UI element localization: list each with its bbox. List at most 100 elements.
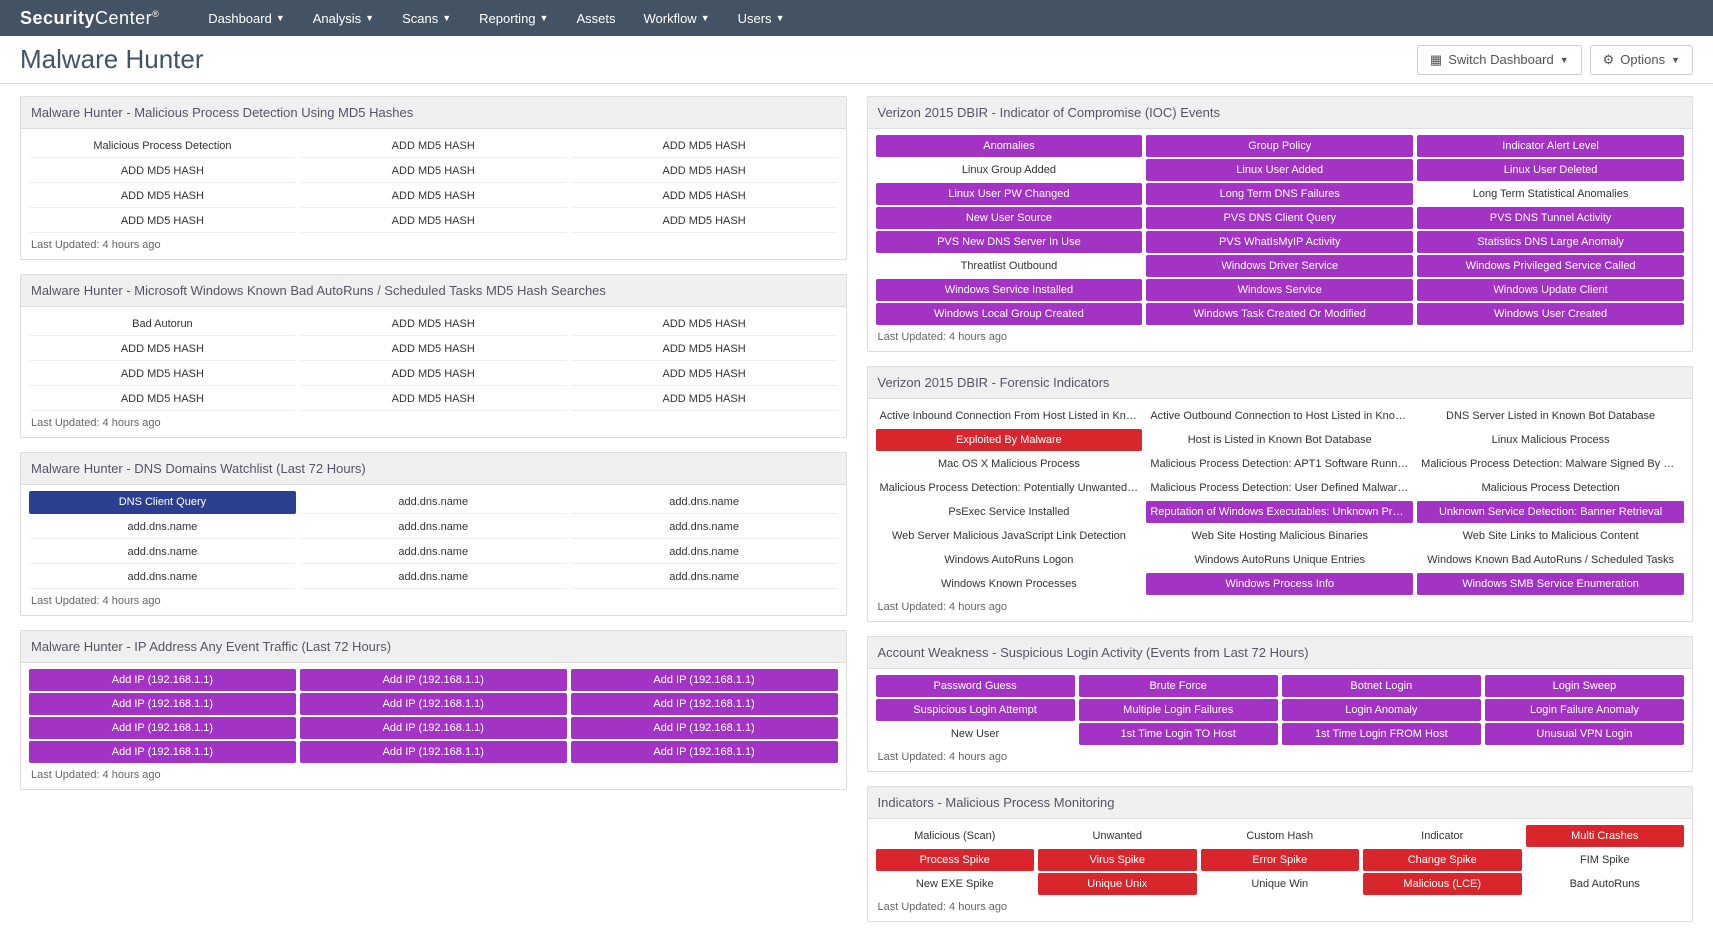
indicator-cell[interactable]: Windows Driver Service — [1146, 255, 1413, 277]
indicator-cell[interactable]: Malicious Process Detection: Malware Sig… — [1417, 453, 1684, 475]
indicator-cell[interactable]: Web Site Links to Malicious Content — [1417, 525, 1684, 547]
indicator-cell[interactable]: Windows Local Group Created — [876, 303, 1143, 325]
indicator-cell[interactable]: Login Failure Anomaly — [1485, 699, 1684, 721]
indicator-cell[interactable]: Malicious Process Detection — [29, 135, 296, 158]
indicator-cell[interactable]: Change Spike — [1363, 849, 1522, 871]
indicator-cell[interactable]: Add IP (192.168.1.1) — [571, 741, 838, 763]
indicator-cell[interactable]: Login Anomaly — [1282, 699, 1481, 721]
indicator-cell[interactable]: Password Guess — [876, 675, 1075, 697]
nav-assets[interactable]: Assets — [562, 11, 629, 26]
nav-users[interactable]: Users▼ — [724, 11, 799, 26]
indicator-cell[interactable]: Malicious (LCE) — [1363, 873, 1522, 895]
indicator-cell[interactable]: PVS DNS Tunnel Activity — [1417, 207, 1684, 229]
indicator-cell[interactable]: Add IP (192.168.1.1) — [571, 693, 838, 715]
indicator-cell[interactable]: 1st Time Login TO Host — [1079, 723, 1278, 745]
indicator-cell[interactable]: Linux Malicious Process — [1417, 429, 1684, 451]
indicator-cell[interactable]: Web Server Malicious JavaScript Link Det… — [876, 525, 1143, 547]
indicator-cell[interactable]: PVS New DNS Server In Use — [876, 231, 1143, 253]
indicator-cell[interactable]: Active Inbound Connection From Host List… — [876, 405, 1143, 427]
indicator-cell[interactable]: Linux Group Added — [876, 159, 1143, 181]
indicator-cell[interactable]: Error Spike — [1201, 849, 1360, 871]
indicator-cell[interactable]: Bad Autorun — [29, 313, 296, 336]
indicator-cell[interactable]: Unique Unix — [1038, 873, 1197, 895]
indicator-cell[interactable]: add.dns.name — [300, 516, 567, 539]
indicator-cell[interactable]: Add IP (192.168.1.1) — [300, 741, 567, 763]
indicator-cell[interactable]: Add IP (192.168.1.1) — [300, 669, 567, 691]
indicator-cell[interactable]: ADD MD5 HASH — [571, 210, 838, 233]
indicator-cell[interactable]: ADD MD5 HASH — [571, 363, 838, 386]
indicator-cell[interactable]: DNS Server Listed in Known Bot Database — [1417, 405, 1684, 427]
indicator-cell[interactable]: Malicious Process Detection: User Define… — [1146, 477, 1413, 499]
indicator-cell[interactable]: 1st Time Login FROM Host — [1282, 723, 1481, 745]
indicator-cell[interactable]: Group Policy — [1146, 135, 1413, 157]
indicator-cell[interactable]: Indicator Alert Level — [1417, 135, 1684, 157]
indicator-cell[interactable]: ADD MD5 HASH — [571, 185, 838, 208]
indicator-cell[interactable]: Windows Known Bad AutoRuns / Scheduled T… — [1417, 549, 1684, 571]
indicator-cell[interactable]: add.dns.name — [571, 516, 838, 539]
indicator-cell[interactable]: Add IP (192.168.1.1) — [300, 717, 567, 739]
indicator-cell[interactable]: ADD MD5 HASH — [571, 338, 838, 361]
indicator-cell[interactable]: add.dns.name — [300, 541, 567, 564]
nav-analysis[interactable]: Analysis▼ — [299, 11, 388, 26]
indicator-cell[interactable]: Windows SMB Service Enumeration — [1417, 573, 1684, 595]
indicator-cell[interactable]: Add IP (192.168.1.1) — [29, 669, 296, 691]
indicator-cell[interactable]: add.dns.name — [300, 566, 567, 589]
indicator-cell[interactable]: Malicious Process Detection: Potentially… — [876, 477, 1143, 499]
indicator-cell[interactable]: Add IP (192.168.1.1) — [300, 693, 567, 715]
indicator-cell[interactable]: Brute Force — [1079, 675, 1278, 697]
indicator-cell[interactable]: ADD MD5 HASH — [300, 185, 567, 208]
indicator-cell[interactable]: ADD MD5 HASH — [300, 313, 567, 336]
indicator-cell[interactable]: Long Term Statistical Anomalies — [1417, 183, 1684, 205]
indicator-cell[interactable]: Login Sweep — [1485, 675, 1684, 697]
indicator-cell[interactable]: ADD MD5 HASH — [571, 388, 838, 411]
indicator-cell[interactable]: PVS DNS Client Query — [1146, 207, 1413, 229]
nav-dashboard[interactable]: Dashboard▼ — [194, 11, 299, 26]
indicator-cell[interactable]: ADD MD5 HASH — [571, 313, 838, 336]
indicator-cell[interactable]: ADD MD5 HASH — [29, 185, 296, 208]
indicator-cell[interactable]: Indicator — [1363, 825, 1522, 847]
indicator-cell[interactable]: New EXE Spike — [876, 873, 1035, 895]
indicator-cell[interactable]: Windows Update Client — [1417, 279, 1684, 301]
indicator-cell[interactable]: add.dns.name — [300, 491, 567, 514]
indicator-cell[interactable]: Botnet Login — [1282, 675, 1481, 697]
indicator-cell[interactable]: Multi Crashes — [1526, 825, 1685, 847]
indicator-cell[interactable]: PsExec Service Installed — [876, 501, 1143, 523]
indicator-cell[interactable]: Windows AutoRuns Unique Entries — [1146, 549, 1413, 571]
indicator-cell[interactable]: Custom Hash — [1201, 825, 1360, 847]
indicator-cell[interactable]: Bad AutoRuns — [1526, 873, 1685, 895]
indicator-cell[interactable]: Malicious (Scan) — [876, 825, 1035, 847]
indicator-cell[interactable]: Windows Privileged Service Called — [1417, 255, 1684, 277]
indicator-cell[interactable]: Malicious Process Detection: APT1 Softwa… — [1146, 453, 1413, 475]
indicator-cell[interactable]: New User — [876, 723, 1075, 745]
indicator-cell[interactable]: Linux User Deleted — [1417, 159, 1684, 181]
indicator-cell[interactable]: ADD MD5 HASH — [300, 388, 567, 411]
indicator-cell[interactable]: ADD MD5 HASH — [29, 388, 296, 411]
indicator-cell[interactable]: ADD MD5 HASH — [300, 160, 567, 183]
indicator-cell[interactable]: Windows AutoRuns Logon — [876, 549, 1143, 571]
indicator-cell[interactable]: add.dns.name — [29, 566, 296, 589]
indicator-cell[interactable]: ADD MD5 HASH — [300, 363, 567, 386]
indicator-cell[interactable]: Process Spike — [876, 849, 1035, 871]
indicator-cell[interactable]: ADD MD5 HASH — [29, 210, 296, 233]
indicator-cell[interactable]: add.dns.name — [29, 516, 296, 539]
indicator-cell[interactable]: ADD MD5 HASH — [300, 338, 567, 361]
indicator-cell[interactable]: Host is Listed in Known Bot Database — [1146, 429, 1413, 451]
indicator-cell[interactable]: DNS Client Query — [29, 491, 296, 514]
indicator-cell[interactable]: Add IP (192.168.1.1) — [29, 693, 296, 715]
indicator-cell[interactable]: FIM Spike — [1526, 849, 1685, 871]
indicator-cell[interactable]: ADD MD5 HASH — [29, 160, 296, 183]
indicator-cell[interactable]: Windows Known Processes — [876, 573, 1143, 595]
indicator-cell[interactable]: Add IP (192.168.1.1) — [571, 717, 838, 739]
switch-dashboard-button[interactable]: Switch Dashboard▼ — [1417, 45, 1582, 75]
indicator-cell[interactable]: Linux User Added — [1146, 159, 1413, 181]
indicator-cell[interactable]: Mac OS X Malicious Process — [876, 453, 1143, 475]
indicator-cell[interactable]: Unwanted — [1038, 825, 1197, 847]
options-button[interactable]: Options▼ — [1590, 45, 1693, 75]
indicator-cell[interactable]: ADD MD5 HASH — [300, 210, 567, 233]
indicator-cell[interactable]: ADD MD5 HASH — [571, 160, 838, 183]
indicator-cell[interactable]: Windows User Created — [1417, 303, 1684, 325]
indicator-cell[interactable]: Multiple Login Failures — [1079, 699, 1278, 721]
indicator-cell[interactable]: add.dns.name — [571, 491, 838, 514]
indicator-cell[interactable]: add.dns.name — [571, 566, 838, 589]
indicator-cell[interactable]: ADD MD5 HASH — [29, 363, 296, 386]
